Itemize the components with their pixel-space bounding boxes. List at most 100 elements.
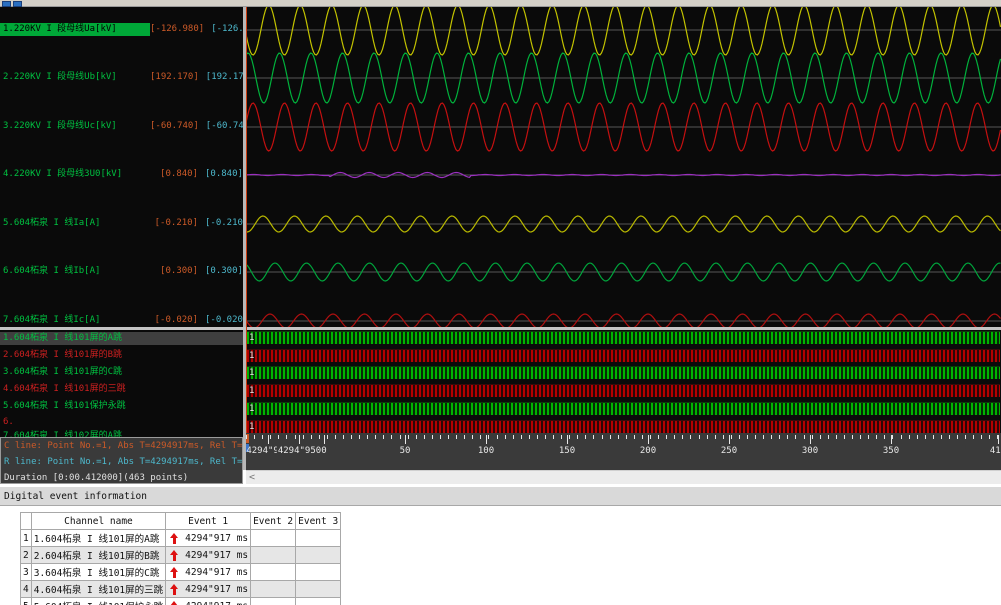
c-cursor-value: [-60.740] [150,120,199,133]
minor-tick [812,435,813,439]
minor-tick [699,435,700,439]
analog-channel-label-row[interactable]: 3.220KV I 段母线Uc[kV][-60.740][-60.740] [0,120,243,133]
digital-state-bar: 1 [247,384,1000,397]
minor-tick [852,435,853,439]
minor-tick [965,435,966,439]
rising-edge-arrow-icon [170,601,179,605]
analog-channel-name[interactable]: 4.220KV I 段母线3U0[kV] [0,168,150,181]
analog-channel-label-row[interactable]: 5.604柘泉 I 线Ia[A][-0.210][-0.210] [0,217,243,230]
minor-tick [909,435,910,439]
event1-time: 4294"917 ms [185,584,248,595]
minor-tick [270,435,271,439]
minor-tick [901,435,902,439]
analog-channel-label-row[interactable]: 2.220KV I 段母线Ub[kV][192.170][192.170] [0,71,243,84]
event2-cell [251,581,296,598]
minor-tick [456,435,457,439]
digital-channel-label-row[interactable]: 3.604柘泉 I 线101屏的C跳 [0,366,243,379]
event-channel-name: 1.604柘泉 I 线101屏的A跳 [31,530,165,547]
analog-channel-name[interactable]: 3.220KV I 段母线Uc[kV] [0,120,150,133]
minor-tick [690,435,691,439]
digital-channel-label-row[interactable]: 2.604柘泉 I 线101屏的B跳 [0,349,243,362]
minor-tick [286,435,287,439]
minor-tick [658,435,659,439]
digital-channel-label-row[interactable]: 5.604柘泉 I 线101保护永跳 [0,400,243,413]
minor-tick [650,435,651,439]
minor-tick [351,435,352,439]
analog-channel-name[interactable]: 5.604柘泉 I 线Ia[A] [0,217,150,230]
minor-tick [408,435,409,439]
analog-channel-label-row[interactable]: 4.220KV I 段母线3U0[kV][0.840][0.840] [0,168,243,181]
minor-tick [278,435,279,439]
event2-cell [251,530,296,547]
c-cursor-value: [-126.980] [150,23,204,36]
digital-event-table[interactable]: Channel name Event 1 Event 2 Event 3 11.… [20,512,341,605]
minor-tick [488,435,489,439]
axis-tick-label: 410 [990,446,1001,456]
rising-edge-arrow-icon [170,550,179,561]
r-cursor-value: [0.300] [198,265,243,278]
c-cursor-value: [192.170] [150,71,199,84]
header-event3: Event 3 [296,513,341,530]
digital-channel-label-row[interactable]: 4.604柘泉 I 线101屏的三跳 [0,383,243,396]
minor-tick [367,435,368,439]
r-cursor-value: [-0.210] [198,217,243,230]
horizontal-scrollbar[interactable]: < [246,470,1001,484]
scroll-left-arrow-icon[interactable]: < [249,472,255,484]
event3-cell [296,547,341,564]
minor-tick [820,435,821,439]
event2-cell [251,547,296,564]
minor-tick [925,435,926,439]
event-table-row[interactable]: 33.604柘泉 I 线101屏的C跳4294"917 ms [21,564,341,581]
analog-channel-name[interactable]: 1.220KV I 段母线Ua[kV] [0,23,150,36]
digital-trace-panel[interactable]: 111111 [246,330,1001,433]
analog-channel-label-row[interactable]: 1.220KV I 段母线Ua[kV][-126.980][-126.980] [0,23,243,36]
major-tick [299,435,300,444]
minor-tick [569,435,570,439]
analog-channel-name[interactable]: 2.220KV I 段母线Ub[kV] [0,71,150,84]
minor-tick [666,435,667,439]
event1-time: 4294"917 ms [185,601,248,605]
header-event2: Event 2 [251,513,296,530]
row-number: 1 [21,530,32,547]
minor-tick [497,435,498,439]
minor-tick [424,435,425,439]
analog-waveform-panel[interactable] [246,7,1001,327]
analog-channel-name[interactable]: 6.604柘泉 I 线Ib[A] [0,265,150,278]
event1-cell: 4294"917 ms [166,564,251,581]
event-table-row[interactable]: 44.604柘泉 I 线101屏的三跳4294"917 ms [21,581,341,598]
minor-tick [327,435,328,439]
analog-channel-name[interactable]: 7.604柘泉 I 线Ic[A] [0,314,150,327]
digital-state-bar: 1 [247,402,1000,415]
event-table-row[interactable]: 55.604柘泉 I 线101保护永跳4294"917 ms [21,598,341,605]
digital-channel-label-row[interactable]: 6. [0,416,243,429]
analog-channel-label-row[interactable]: 6.604柘泉 I 线Ib[A][0.300][0.300] [0,265,243,278]
digital-event-info-header: Digital event information [0,486,1001,506]
digital-channel-label-row[interactable]: 1.604柘泉 I 线101屏的A跳 [0,332,243,345]
minor-tick [585,435,586,439]
r-cursor-value: [0.840] [198,168,243,181]
time-cursor-line[interactable] [246,7,247,433]
minor-tick [828,435,829,439]
analog-channel-label-row[interactable]: 7.604柘泉 I 线Ic[A][-0.020][-0.020] [0,314,243,327]
minor-tick [246,435,247,439]
digital-state-value: 1 [249,332,254,344]
title-strip [0,0,1001,7]
minor-tick [876,435,877,439]
digital-state-value: 1 [249,367,254,379]
time-axis-ruler[interactable]: 4294"9104294"950050100150200250300350410 [246,433,1001,470]
minor-tick [949,435,950,439]
digital-channel-label-row[interactable]: 7.604柘泉 I 线102屏的A跳 [0,430,243,437]
event-table-row[interactable]: 22.604柘泉 I 线101屏的B跳4294"917 ms [21,547,341,564]
c-line-status: C line: Point No.=1, Abs T=4294917ms, Re… [4,441,243,451]
minor-tick [319,435,320,439]
digital-state-value: 1 [249,421,254,433]
header-event1: Event 1 [166,513,251,530]
event-channel-name: 3.604柘泉 I 线101屏的C跳 [31,564,165,581]
r-cursor-value: [-0.020] [198,314,243,327]
major-tick [648,435,649,444]
minor-tick [933,435,934,439]
minor-tick [472,435,473,439]
event-table-row[interactable]: 11.604柘泉 I 线101屏的A跳4294"917 ms [21,530,341,547]
event-channel-name: 2.604柘泉 I 线101屏的B跳 [31,547,165,564]
r-cursor-value: [-126.980] [204,23,243,36]
